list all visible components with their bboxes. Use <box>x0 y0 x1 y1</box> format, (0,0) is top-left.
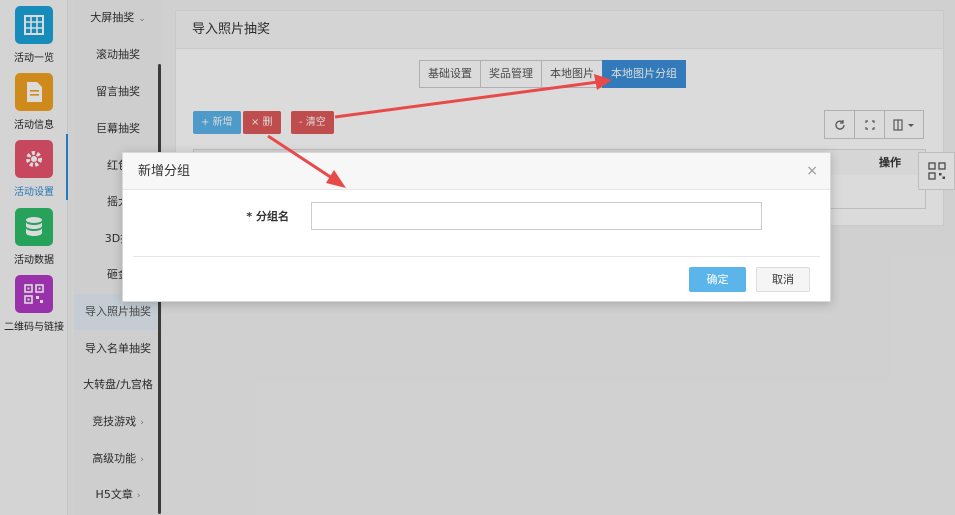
confirm-button[interactable]: 确定 <box>689 267 746 292</box>
group-name-input[interactable] <box>311 202 762 230</box>
dialog-header: 新增分组 × <box>123 153 830 190</box>
close-icon[interactable]: × <box>806 153 818 190</box>
group-name-label: * 分组名 <box>246 210 289 223</box>
dialog-divider <box>133 256 820 257</box>
add-group-dialog: 新增分组 × * 分组名 确定 取消 <box>122 152 831 302</box>
cancel-button[interactable]: 取消 <box>756 267 810 292</box>
dialog-title: 新增分组 <box>138 164 191 179</box>
